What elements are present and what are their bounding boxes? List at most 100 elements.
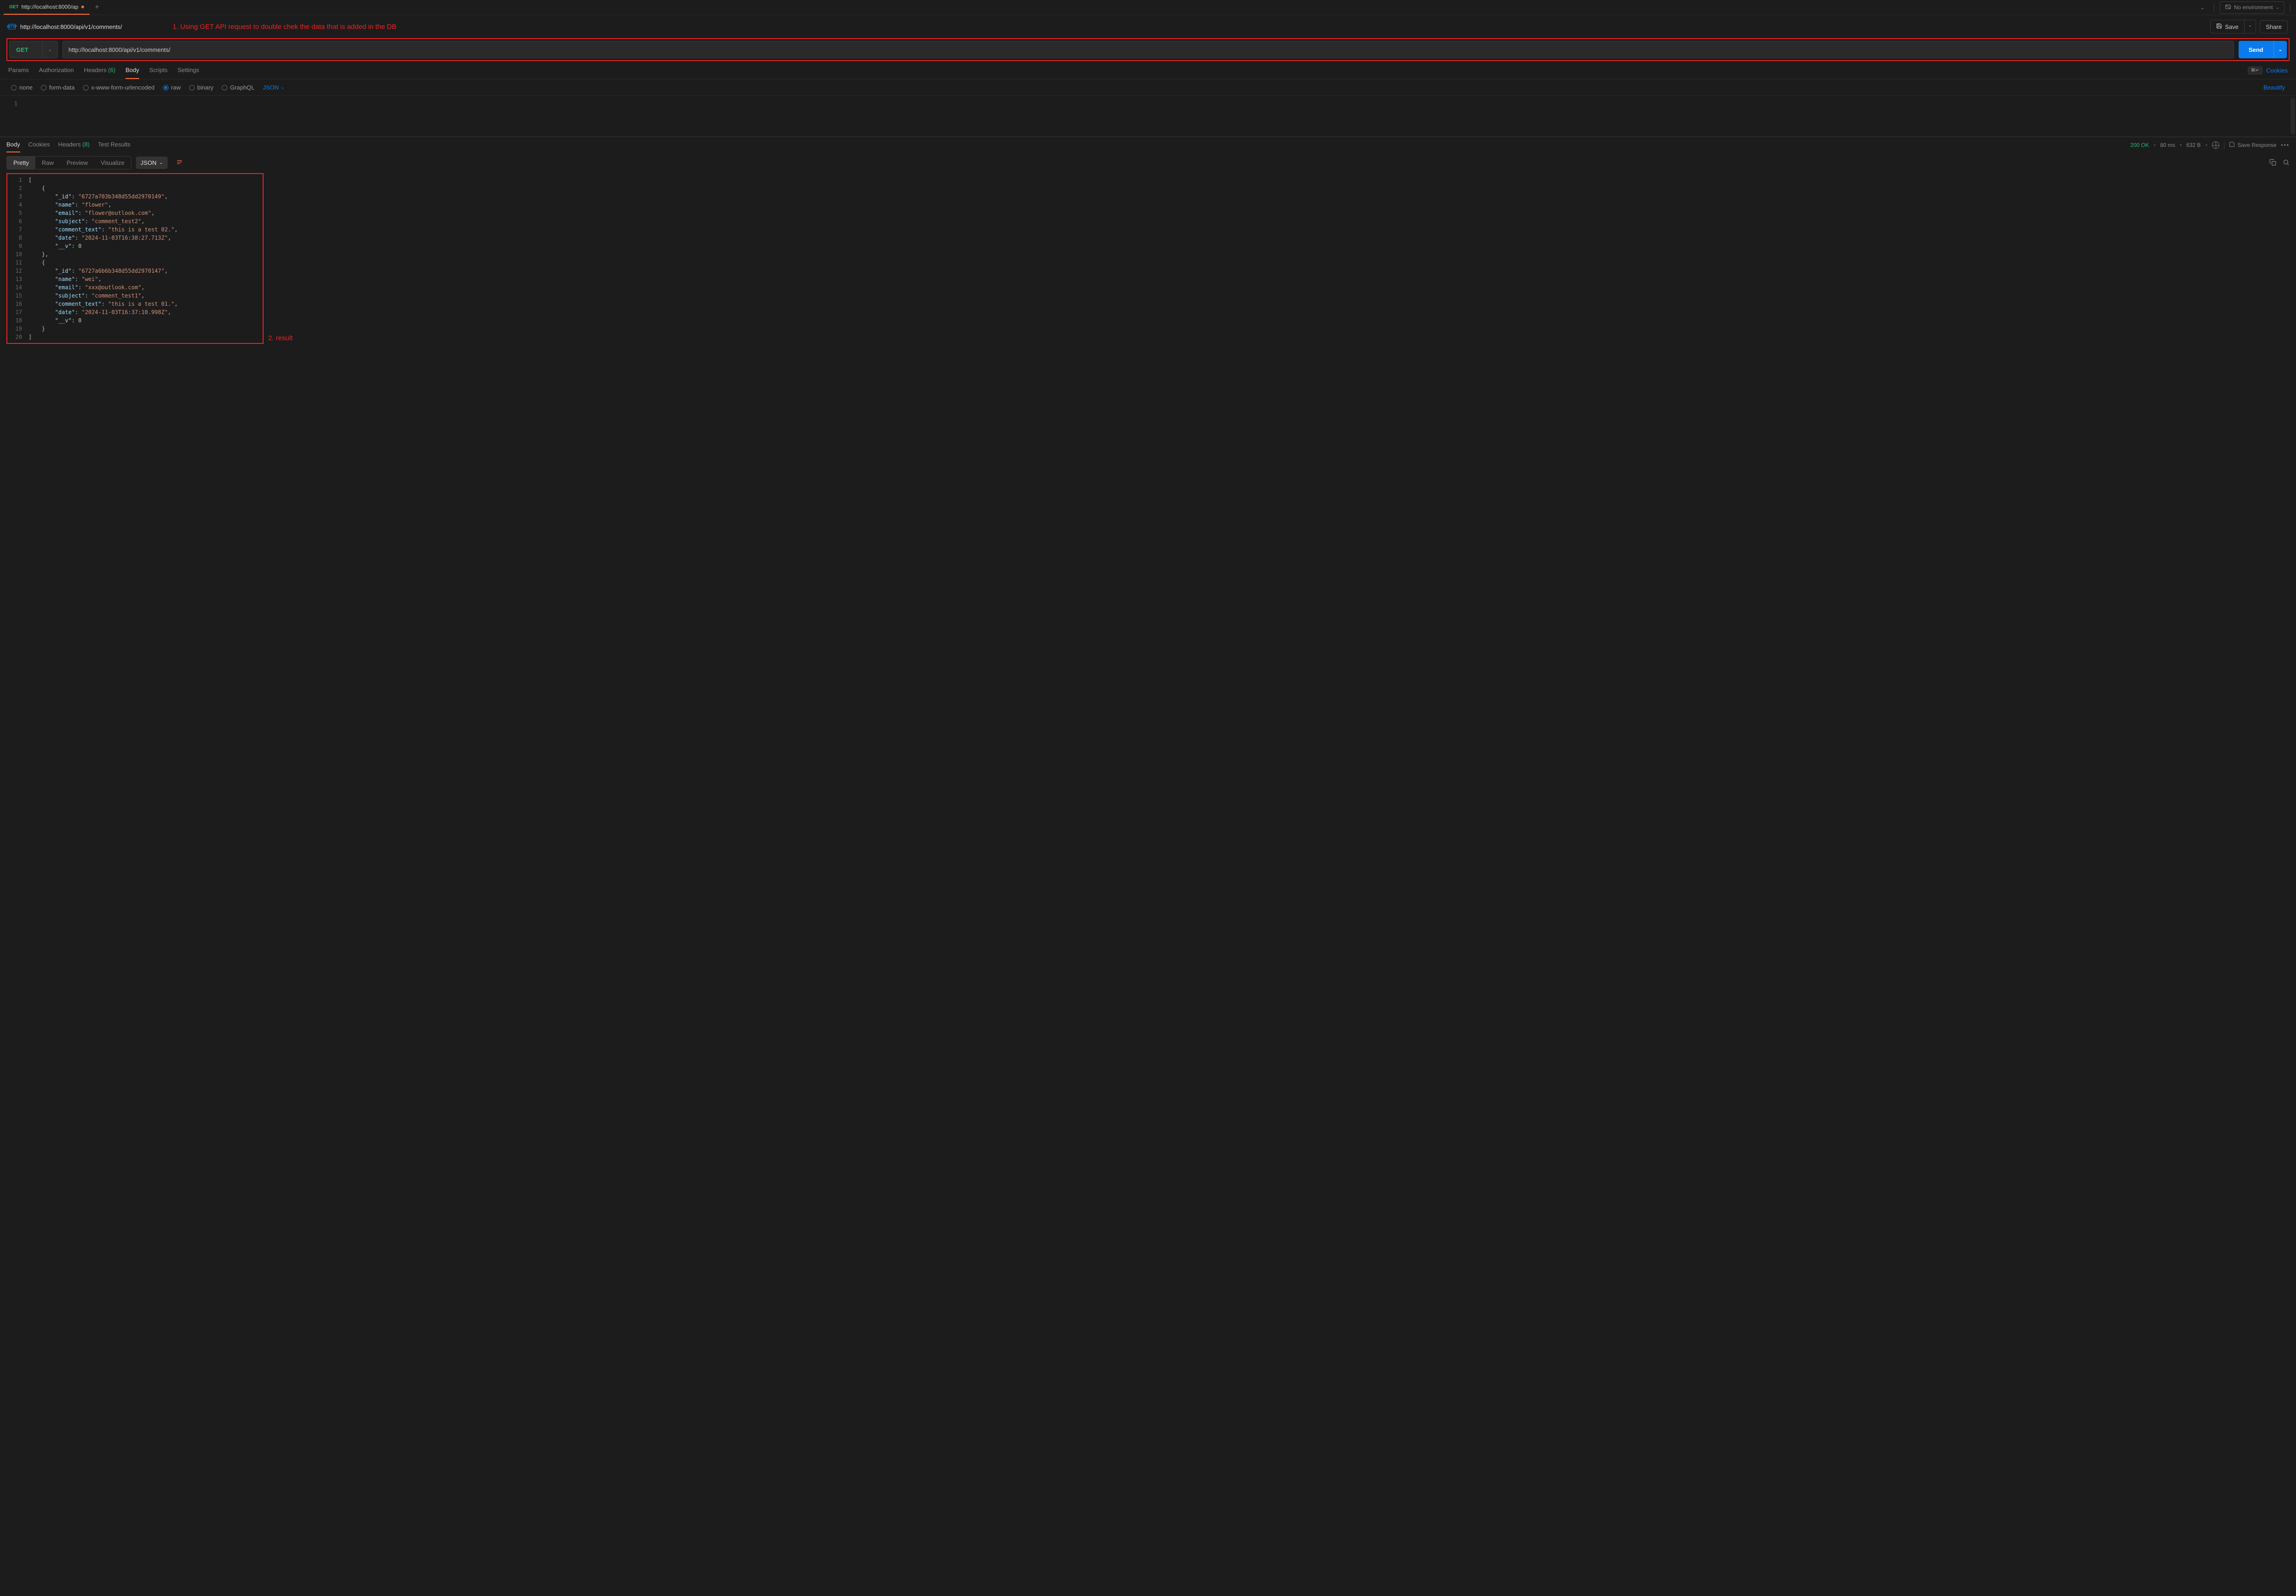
- headers-count: (6): [108, 67, 115, 73]
- method-selector[interactable]: GET ⌄: [9, 41, 58, 58]
- annotation-box-2: 1[2 {3 "_id": "6727a703b348d55dd2970149"…: [6, 173, 264, 344]
- scrollbar[interactable]: [2290, 98, 2295, 135]
- unsaved-dot-icon: [81, 6, 84, 8]
- code-content: [: [28, 176, 32, 184]
- add-tab-button[interactable]: +: [90, 3, 105, 11]
- line-number: 6: [7, 217, 28, 225]
- radio-raw[interactable]: raw: [163, 84, 181, 91]
- code-content: },: [28, 250, 48, 259]
- code-line: 9 "__v": 0: [7, 242, 263, 250]
- radio-binary[interactable]: binary: [189, 84, 214, 91]
- search-response-button[interactable]: [2283, 159, 2290, 167]
- code-content: "subject": "comment_test1",: [28, 292, 145, 300]
- url-input[interactable]: http://localhost:8000/api/v1/comments/: [62, 41, 2234, 58]
- request-title[interactable]: http://localhost:8000/api/v1/comments/: [20, 23, 122, 30]
- response-tab-body[interactable]: Body: [6, 141, 20, 152]
- tab-params[interactable]: Params: [8, 67, 29, 79]
- code-content: ]: [28, 333, 32, 341]
- chevron-down-icon: ⌄: [281, 85, 284, 90]
- radio-xwww-label: x-www-form-urlencoded: [91, 84, 155, 91]
- editor-content[interactable]: [23, 96, 2296, 136]
- save-response-button[interactable]: Save Response: [2229, 141, 2277, 149]
- view-tab-pretty[interactable]: Pretty: [7, 157, 35, 169]
- code-line: 20]: [7, 333, 263, 341]
- request-body-editor[interactable]: 1: [0, 96, 2296, 137]
- wrap-lines-button[interactable]: [172, 156, 187, 169]
- code-line: 2 {: [7, 184, 263, 192]
- view-tab-preview[interactable]: Preview: [60, 157, 94, 169]
- line-number: 1: [7, 176, 28, 184]
- environment-selector[interactable]: No environment ⌄: [2220, 1, 2285, 14]
- send-dropdown-button[interactable]: ⌄: [2273, 41, 2287, 58]
- body-type-row: none form-data x-www-form-urlencoded raw…: [0, 79, 2296, 96]
- chevron-down-icon: ⌄: [42, 41, 57, 58]
- tab-authorization[interactable]: Authorization: [39, 67, 74, 79]
- tabs-overflow-button[interactable]: ⌄: [2197, 3, 2208, 12]
- more-options-button[interactable]: •••: [2281, 142, 2290, 148]
- code-line: 18 "__v": 0: [7, 316, 263, 325]
- dot-icon: •: [2205, 142, 2207, 148]
- save-icon: [2216, 23, 2222, 30]
- response-tab-headers[interactable]: Headers (8): [58, 141, 90, 152]
- url-value: http://localhost:8000/api/v1/comments/: [68, 46, 170, 53]
- raw-format-selector[interactable]: JSON ⌄: [263, 84, 284, 91]
- response-format-selector[interactable]: JSON ⌄: [136, 157, 168, 169]
- dot-icon: •: [2154, 142, 2155, 148]
- line-number: 16: [7, 300, 28, 308]
- code-content: "comment_text": "this is a test 01.",: [28, 300, 178, 308]
- response-header: Body Cookies Headers (8) Test Results 20…: [0, 137, 2296, 152]
- response-body[interactable]: 1[2 {3 "_id": "6727a703b348d55dd2970149"…: [7, 176, 263, 341]
- tab-body[interactable]: Body: [125, 67, 139, 79]
- tab-headers[interactable]: Headers (6): [84, 67, 116, 79]
- response-tab-test-results[interactable]: Test Results: [98, 141, 130, 152]
- tab-bar: GET http://localhost:8000/ap + ⌄ No envi…: [0, 0, 2296, 15]
- share-button[interactable]: Share: [2260, 20, 2288, 34]
- code-content: "__v": 0: [28, 242, 82, 250]
- radio-graphql[interactable]: GraphQL: [222, 84, 254, 91]
- line-number: 12: [7, 267, 28, 275]
- request-tab[interactable]: GET http://localhost:8000/ap: [4, 0, 90, 15]
- radio-xwww[interactable]: x-www-form-urlencoded: [83, 84, 155, 91]
- line-number: 20: [7, 333, 28, 341]
- view-tab-raw[interactable]: Raw: [35, 157, 60, 169]
- radio-binary-label: binary: [197, 84, 214, 91]
- radio-form-data[interactable]: form-data: [41, 84, 75, 91]
- code-content: "email": "xxx@outlook.com",: [28, 283, 145, 292]
- no-environment-icon: [2225, 4, 2231, 11]
- http-icon: HTTP: [8, 24, 16, 29]
- chevron-down-icon: ⌄: [159, 160, 163, 165]
- editor-gutter: 1: [0, 96, 23, 136]
- line-number: 18: [7, 316, 28, 325]
- send-label: Send: [2239, 41, 2273, 58]
- line-number: 2: [7, 184, 28, 192]
- code-content: "date": "2024-11-03T16:38:27.713Z",: [28, 234, 171, 242]
- response-time: 80 ms: [2160, 142, 2175, 148]
- send-button[interactable]: Send ⌄: [2239, 41, 2287, 58]
- response-view-toolbar: Pretty Raw Preview Visualize JSON ⌄: [0, 152, 2296, 173]
- network-icon[interactable]: [2212, 141, 2219, 149]
- radio-form-data-label: form-data: [49, 84, 75, 91]
- code-line: 13 "name": "wei",: [7, 275, 263, 283]
- line-number: 8: [7, 234, 28, 242]
- code-content: "name": "flower",: [28, 201, 112, 209]
- beautify-button[interactable]: Beautify: [2263, 84, 2285, 91]
- chevron-down-icon: ⌄: [2276, 5, 2279, 10]
- tab-settings[interactable]: Settings: [178, 67, 199, 79]
- copy-response-button[interactable]: [2269, 159, 2276, 167]
- line-number: 5: [7, 209, 28, 217]
- code-line: 14 "email": "xxx@outlook.com",: [7, 283, 263, 292]
- code-line: 10 },: [7, 250, 263, 259]
- response-tab-cookies[interactable]: Cookies: [28, 141, 50, 152]
- radio-graphql-label: GraphQL: [230, 84, 254, 91]
- code-content: "comment_text": "this is a test 02.",: [28, 225, 178, 234]
- cookies-link[interactable]: Cookies: [2266, 67, 2288, 74]
- raw-format-label: JSON: [263, 84, 279, 91]
- tab-scripts[interactable]: Scripts: [149, 67, 168, 79]
- save-button[interactable]: Save: [2210, 20, 2244, 34]
- view-mode-tabs: Pretty Raw Preview Visualize: [6, 156, 131, 169]
- code-content: "email": "flower@outlook.com",: [28, 209, 155, 217]
- view-tab-visualize[interactable]: Visualize: [94, 157, 131, 169]
- radio-none[interactable]: none: [11, 84, 33, 91]
- save-dropdown-button[interactable]: ⌄: [2244, 20, 2256, 34]
- response-headers-count: (8): [82, 141, 90, 148]
